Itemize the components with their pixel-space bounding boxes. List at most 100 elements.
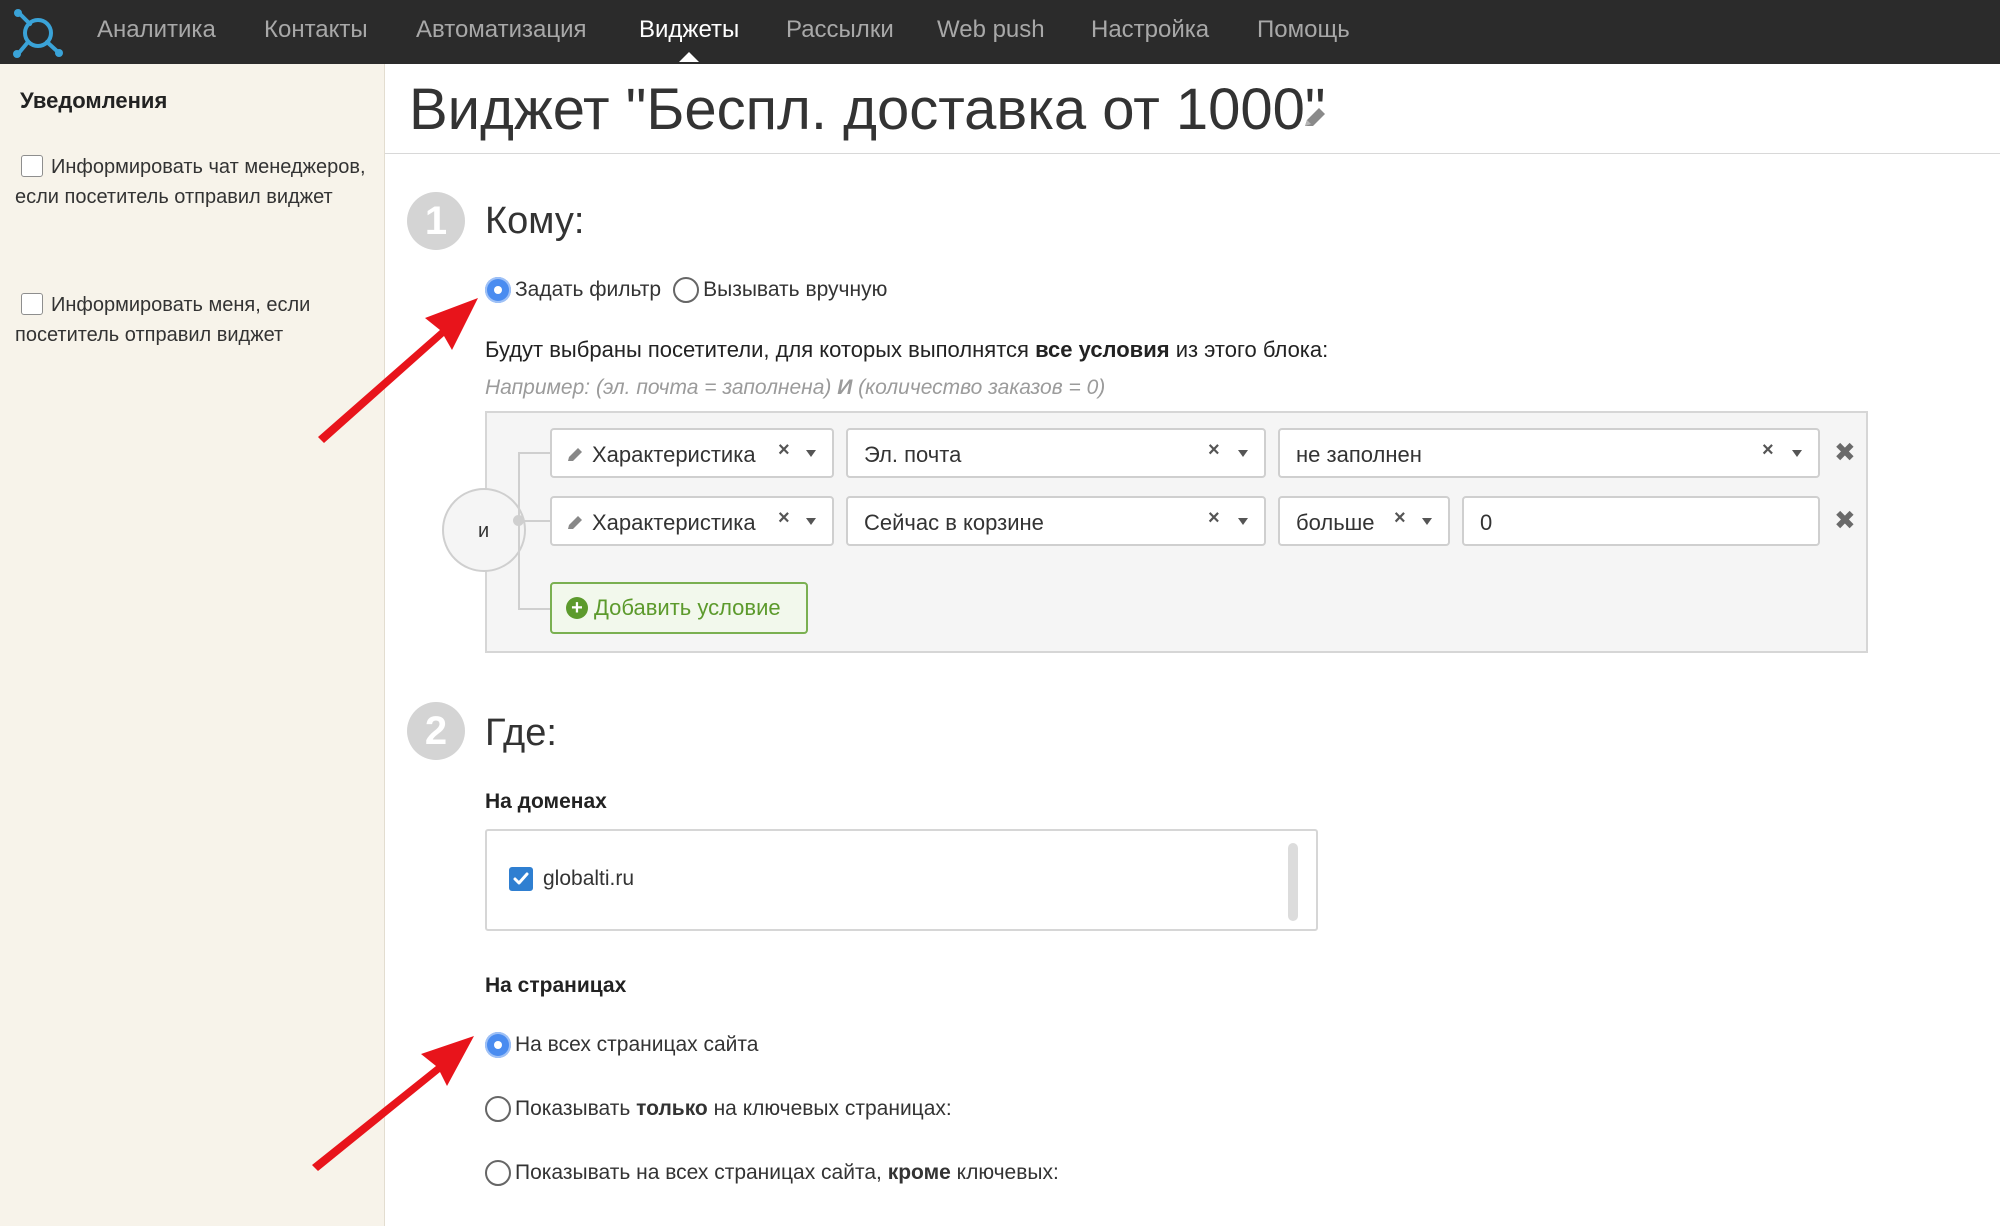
notify-chat-option[interactable]: Информировать чат менеджеров, если посет… <box>15 152 375 212</box>
condition-2-operator-value: больше <box>1296 510 1375 535</box>
radio-all-pages[interactable] <box>485 1032 511 1058</box>
filter-hint: Например: (эл. почта = заполнена) И (кол… <box>485 376 1105 400</box>
pencil-icon <box>568 448 582 461</box>
radio-only-key-pages-bold: только <box>636 1097 708 1120</box>
dropdown-arrow-icon[interactable] <box>1422 518 1432 525</box>
clear-icon[interactable]: × <box>778 507 790 530</box>
filter-hint-post: (количество заказов = 0) <box>852 376 1106 399</box>
condition-1-field-select[interactable]: Эл. почта × <box>846 428 1266 478</box>
filter-description-bold: все условия <box>1035 337 1170 362</box>
filter-hint-pre: Например: (эл. почта = заполнена) <box>485 376 838 399</box>
dropdown-arrow-icon[interactable] <box>806 450 816 457</box>
step-1-title: Кому: <box>485 200 585 242</box>
radio-except-key-pages-bold: кроме <box>887 1161 951 1184</box>
condition-2-field-value: Сейчас в корзине <box>864 510 1044 535</box>
filter-description-pre: Будут выбраны посетители, для которых вы… <box>485 337 1036 362</box>
dropdown-arrow-icon[interactable] <box>1792 450 1802 457</box>
radio-set-filter[interactable] <box>485 277 511 303</box>
tree-branch <box>518 608 552 610</box>
page-option-all[interactable]: На всех страницах сайта <box>485 1032 758 1058</box>
nav-item-widgets[interactable]: Виджеты <box>639 0 739 64</box>
condition-2-value-text: 0 <box>1480 510 1493 535</box>
tree-line <box>518 452 520 610</box>
notify-me-label: Информировать меня, если посетитель отпр… <box>15 294 311 346</box>
clear-icon[interactable]: × <box>1208 507 1220 530</box>
domain-checkbox[interactable] <box>509 867 533 891</box>
clear-icon[interactable]: × <box>1208 439 1220 462</box>
and-operator-label: и <box>478 520 490 542</box>
step-2-number: 2 <box>407 702 465 760</box>
remove-row-icon[interactable]: ✖ <box>1834 437 1856 468</box>
nav-item-settings[interactable]: Настройка <box>1091 0 1209 64</box>
pages-label: На страницах <box>485 974 627 997</box>
radio-set-filter-label[interactable]: Задать фильтр <box>515 278 661 302</box>
step-2-title: Где: <box>485 712 557 754</box>
radio-only-key-pages-label[interactable]: Показывать только на ключевых страницах: <box>515 1097 952 1121</box>
filter-description-post: из этого блока: <box>1169 337 1329 362</box>
nav-item-contacts[interactable]: Контакты <box>264 0 368 64</box>
radio-except-key-pages-post: ключевых: <box>950 1161 1059 1184</box>
nav-item-mailings[interactable]: Рассылки <box>786 0 894 64</box>
condition-1-operator-value: не заполнен <box>1296 442 1422 467</box>
condition-1-operator-select[interactable]: не заполнен × <box>1278 428 1820 478</box>
page-title: Виджет "Беспл. доставка от 1000" <box>409 77 1326 142</box>
radio-only-key-pages-post: на ключевых страницах: <box>707 1097 952 1120</box>
dropdown-arrow-icon[interactable] <box>1238 518 1248 525</box>
tree-node <box>513 515 524 526</box>
page-title-bar: Виджет "Беспл. доставка от 1000" <box>385 64 2000 154</box>
notify-me-option[interactable]: Информировать меня, если посетитель отпр… <box>15 290 375 350</box>
step-1-number: 1 <box>407 192 465 250</box>
tree-branch <box>518 452 552 454</box>
sidebar: Уведомления Информировать чат менеджеров… <box>0 64 385 1226</box>
condition-2-operator-select[interactable]: больше × <box>1278 496 1450 546</box>
condition-2-value-input[interactable]: 0 <box>1462 496 1820 546</box>
nav-item-web-push[interactable]: Web push <box>937 0 1045 64</box>
logo-icon[interactable] <box>10 6 64 60</box>
active-caret-icon <box>679 52 700 62</box>
radio-only-key-pages-pre: Показывать <box>515 1097 637 1120</box>
domains-list: globalti.ru <box>485 829 1318 931</box>
radio-only-key-pages[interactable] <box>485 1096 511 1122</box>
condition-2-field-select[interactable]: Сейчас в корзине × <box>846 496 1266 546</box>
filter-hint-bold: И <box>837 376 853 399</box>
radio-all-pages-label[interactable]: На всех страницах сайта <box>515 1033 758 1057</box>
who-radio-group: Задать фильтр Вызывать вручную <box>485 277 887 303</box>
remove-row-icon[interactable]: ✖ <box>1834 505 1856 536</box>
add-condition-button[interactable]: + Добавить условие <box>550 582 808 634</box>
nav-item-widgets-label: Виджеты <box>639 16 740 43</box>
plus-circle-icon: + <box>566 597 588 619</box>
radio-call-manually[interactable] <box>673 277 700 303</box>
clear-icon[interactable]: × <box>1394 507 1406 530</box>
domain-name: globalti.ru <box>543 867 635 890</box>
pencil-icon[interactable] <box>1301 104 1329 132</box>
notify-me-checkbox[interactable] <box>21 293 43 315</box>
radio-except-key-pages-label[interactable]: Показывать на всех страницах сайта, кром… <box>515 1161 1059 1185</box>
clear-icon[interactable]: × <box>778 439 790 462</box>
domains-scrollbar[interactable] <box>1288 843 1298 921</box>
nav-item-help[interactable]: Помощь <box>1257 0 1350 64</box>
checkmark-icon <box>513 872 529 885</box>
sidebar-title: Уведомления <box>20 88 168 113</box>
condition-1-field-value: Эл. почта <box>864 442 962 467</box>
radio-except-key-pages-pre: Показывать на всех страницах сайта, <box>515 1161 888 1184</box>
dropdown-arrow-icon[interactable] <box>1238 450 1248 457</box>
pencil-icon <box>568 516 582 529</box>
page-option-except-key[interactable]: Показывать на всех страницах сайта, кром… <box>485 1160 1059 1186</box>
notify-chat-checkbox[interactable] <box>21 155 43 177</box>
condition-1-type-select[interactable]: Характеристика × <box>550 428 834 478</box>
dropdown-arrow-icon[interactable] <box>806 518 816 525</box>
domains-label: На доменах <box>485 790 607 813</box>
nav-item-analytics[interactable]: Аналитика <box>97 0 216 64</box>
condition-2-type-select[interactable]: Характеристика × <box>550 496 834 546</box>
notify-chat-label: Информировать чат менеджеров, если посет… <box>15 156 366 208</box>
radio-call-manually-label[interactable]: Вызывать вручную <box>703 278 887 302</box>
page-option-only-key[interactable]: Показывать только на ключевых страницах: <box>485 1096 952 1122</box>
add-condition-label: Добавить условие <box>594 595 781 620</box>
condition-2-type-value: Характеристика <box>592 510 756 535</box>
condition-1-type-value: Характеристика <box>592 442 756 467</box>
radio-except-key-pages[interactable] <box>485 1160 511 1186</box>
nav-item-automation[interactable]: Автоматизация <box>416 0 587 64</box>
clear-icon[interactable]: × <box>1762 439 1774 462</box>
top-nav: Аналитика Контакты Автоматизация Виджеты… <box>0 0 2000 64</box>
filter-description: Будут выбраны посетители, для которых вы… <box>485 337 1328 363</box>
